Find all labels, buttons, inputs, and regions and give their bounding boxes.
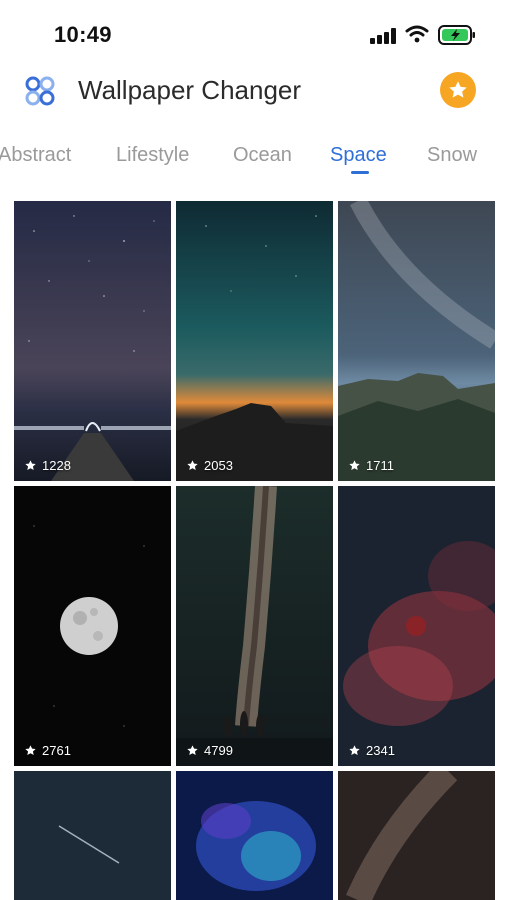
wallpaper-image — [14, 771, 171, 900]
rating: 1711 — [348, 458, 394, 473]
wallpaper-tile[interactable]: 1711 — [338, 201, 495, 481]
rating-count: 2053 — [204, 458, 233, 473]
app-header: Wallpaper Changer — [0, 62, 507, 124]
rating-count: 2341 — [366, 743, 395, 758]
rating-count: 1228 — [42, 458, 71, 473]
star-icon — [449, 81, 467, 98]
tab-lifestyle[interactable]: Lifestyle — [116, 144, 189, 167]
rating: 2341 — [348, 743, 395, 758]
wallpaper-tile[interactable]: 1228 — [14, 201, 171, 481]
favorites-button[interactable] — [440, 72, 476, 108]
tab-abstract[interactable]: Abstract — [0, 144, 71, 167]
wallpaper-tile[interactable]: 2761 — [14, 486, 171, 766]
wallpaper-image — [14, 201, 171, 481]
star-icon — [187, 460, 198, 470]
wallpaper-tile[interactable]: 4799 — [176, 486, 333, 766]
cellular-signal-icon — [370, 28, 396, 44]
wallpaper-grid: 1228 2053 1711 2761 4799 2341 — [14, 201, 495, 900]
wallpaper-image — [176, 201, 333, 481]
status-bar: 10:49 — [0, 0, 507, 62]
rating: 1228 — [24, 458, 71, 473]
rating-count: 4799 — [204, 743, 233, 758]
wallpaper-image — [176, 771, 333, 900]
star-icon — [187, 745, 198, 755]
rating-count: 1711 — [366, 458, 394, 473]
rating: 2761 — [24, 743, 71, 758]
star-icon — [25, 460, 36, 470]
rating: 2053 — [186, 458, 233, 473]
wallpaper-tile[interactable]: 2053 — [176, 201, 333, 481]
rating: 4799 — [186, 743, 233, 758]
wallpaper-tile[interactable] — [176, 771, 333, 900]
wallpaper-image — [176, 486, 333, 766]
star-icon — [349, 460, 360, 470]
wallpaper-tile[interactable]: 2341 — [338, 486, 495, 766]
wallpaper-image — [338, 486, 495, 766]
wallpaper-image — [338, 201, 495, 481]
rating-count: 2761 — [42, 743, 71, 758]
wallpaper-tile[interactable] — [338, 771, 495, 900]
app-logo-icon — [25, 76, 55, 106]
star-icon — [25, 745, 36, 755]
star-icon — [349, 745, 360, 755]
tab-snow[interactable]: Snow — [427, 144, 477, 167]
battery-charging-icon — [438, 25, 475, 45]
active-tab-indicator — [351, 171, 369, 174]
wallpaper-image — [338, 771, 495, 900]
category-tabs: Abstract Lifestyle Ocean Space Snow — [0, 132, 507, 182]
app-title: Wallpaper Changer — [78, 75, 302, 105]
tab-ocean[interactable]: Ocean — [233, 144, 292, 167]
status-time: 10:49 — [54, 22, 112, 47]
wallpaper-tile[interactable] — [14, 771, 171, 900]
tab-space[interactable]: Space — [330, 144, 387, 167]
wifi-icon — [405, 25, 429, 43]
wallpaper-image — [14, 486, 171, 766]
